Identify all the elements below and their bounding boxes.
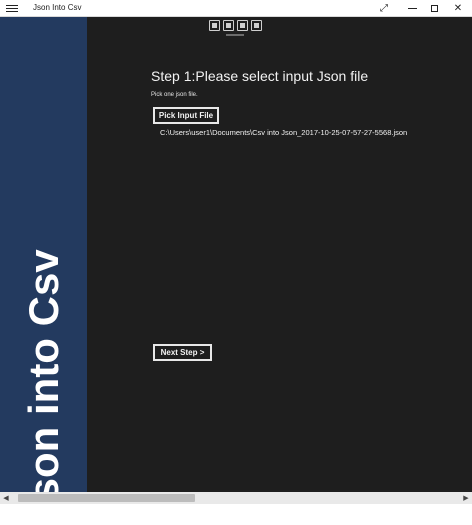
vertical-app-title: Json into Csv <box>20 249 67 525</box>
fit-icon[interactable] <box>237 20 248 31</box>
expand-icon[interactable]: ⤢ <box>372 0 396 17</box>
step-title: Step 1:Please select input Json file <box>151 68 369 84</box>
hamburger-menu-icon[interactable] <box>6 3 18 14</box>
maximize-button[interactable] <box>422 0 446 17</box>
title-bar: Json Into Csv ⤢ ✕ <box>0 0 472 17</box>
main-content: Json into Csv Step 1:Please select input… <box>0 17 472 525</box>
app-title: Json Into Csv <box>33 3 82 12</box>
sidebar-banner: Json into Csv <box>0 17 87 525</box>
fullscreen-icon[interactable] <box>251 20 262 31</box>
scroll-right-icon[interactable]: ▶ <box>460 492 472 504</box>
cast-icon[interactable] <box>223 20 234 31</box>
maximize-icon <box>430 5 438 12</box>
toolbar <box>209 20 262 34</box>
export-icon[interactable] <box>209 20 220 31</box>
pick-input-file-button[interactable]: Pick Input File <box>153 107 219 124</box>
horizontal-scrollbar[interactable]: ◀ ▶ <box>0 492 472 504</box>
scroll-left-icon[interactable]: ◀ <box>0 492 12 504</box>
scrollbar-thumb[interactable] <box>18 494 195 502</box>
next-step-button[interactable]: Next Step > <box>153 344 212 361</box>
minimize-icon <box>407 8 417 9</box>
selected-file-path: C:\Users\user1\Documents\Csv into Json_2… <box>160 128 408 137</box>
toolbar-drag-handle[interactable] <box>226 34 244 36</box>
minimize-button[interactable] <box>400 0 424 17</box>
step-subtitle: Pick one json file. <box>151 92 198 98</box>
close-button[interactable]: ✕ <box>446 0 470 17</box>
